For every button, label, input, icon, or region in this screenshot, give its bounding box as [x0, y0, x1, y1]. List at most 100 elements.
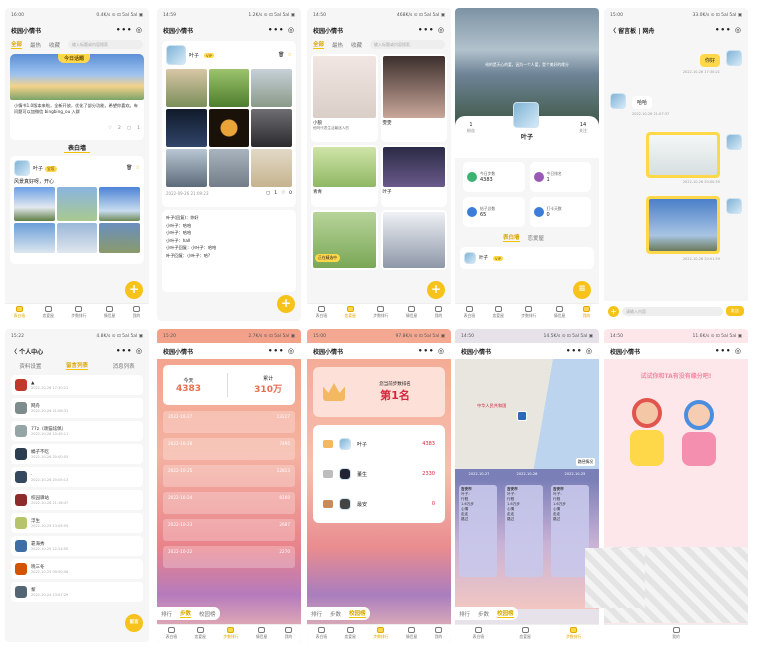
avatar[interactable]	[166, 45, 186, 65]
comment-item[interactable]: 小叶子：hall	[166, 237, 292, 245]
nav-item-steps[interactable]: 步数排行	[373, 306, 388, 319]
grid-post[interactable]: 雯雯	[380, 54, 447, 142]
tab-love-house[interactable]: 恋爱屋	[528, 234, 545, 242]
steps-history-row[interactable]: 2022-10-22 2270	[163, 546, 295, 568]
heart-icon[interactable]: ♡	[108, 126, 112, 131]
nav-item-wall[interactable]: 表白墙	[473, 627, 484, 640]
tab-wall[interactable]: 表白墙	[503, 233, 520, 242]
message-list-item[interactable]: ▲ 2022-10-26 17:30:21	[11, 375, 143, 395]
plus-icon[interactable]: +	[427, 281, 445, 299]
more-dots-icon[interactable]: ••• ◎	[268, 26, 295, 34]
tab-steps[interactable]: 步数	[478, 610, 489, 618]
leave-message-button[interactable]: 留言	[125, 614, 143, 632]
star-icon[interactable]: ☆	[136, 165, 140, 171]
nav-item-steps[interactable]: 步数排行	[373, 627, 388, 640]
post-card[interactable]: 叶子 宝塔 🗑 ☆ 风景真好呀，开心	[10, 156, 144, 264]
profile-post[interactable]: 叶子 VIP	[460, 247, 594, 269]
comment-item[interactable]: 叶子回复：小叶子：哈?	[166, 252, 292, 260]
message-list-item[interactable]: 黎 2022-10-24 13:07:29	[11, 582, 143, 602]
nav-item-wall[interactable]: 表白墙	[316, 306, 327, 319]
comment-item[interactable]: 小叶子回复：小叶子：哈哈	[166, 244, 292, 252]
nav-item-wall[interactable]: 表白墙	[464, 306, 475, 319]
comment-item[interactable]: 小叶子：哈哈	[166, 222, 292, 230]
send-button[interactable]: 发送	[725, 306, 744, 316]
stat-card[interactable]: 打卡天数 0	[529, 197, 591, 227]
grid-post[interactable]: 青青	[311, 145, 378, 207]
back-arrow-icon[interactable]: 〈	[610, 28, 616, 35]
more-dots-icon[interactable]: ••• ◎	[566, 347, 593, 355]
post-photo[interactable]	[99, 187, 140, 221]
star-icon[interactable]: ☆	[288, 52, 292, 58]
avatar[interactable]	[513, 102, 539, 128]
avatar[interactable]	[14, 160, 30, 176]
avatar[interactable]	[726, 134, 742, 150]
grid-post[interactable]: 正在精选中	[311, 210, 378, 270]
nav-item-wall[interactable]: 表白墙	[316, 627, 327, 640]
message-list-item[interactable]: 校园驿站 2022-10-26 21:18:47	[11, 490, 143, 510]
plus-icon[interactable]: +	[125, 281, 143, 299]
nav-item-couple[interactable]: 情侣屋	[406, 627, 417, 640]
post-photo[interactable]	[99, 223, 140, 253]
nav-item-me[interactable]: 我的	[583, 306, 590, 319]
nav-item-steps[interactable]: 步数排行	[223, 627, 238, 640]
post-photo[interactable]	[14, 223, 55, 253]
back-arrow-icon[interactable]: 〈	[11, 349, 17, 356]
tab-campus-rank[interactable]: 校园榜	[349, 609, 366, 618]
post-photo[interactable]	[251, 109, 292, 147]
search-input[interactable]: 输入标题或内容搜索	[370, 40, 445, 49]
comment-icon[interactable]: ▢	[127, 126, 131, 131]
tab-hot[interactable]: 最热	[30, 41, 41, 49]
post-photo[interactable]	[208, 149, 250, 187]
tab-all[interactable]: 全部	[313, 40, 325, 49]
nav-item-me[interactable]: 我的	[285, 627, 292, 640]
steps-history-row[interactable]: 2022-10-26 7495	[163, 438, 295, 460]
rank-row[interactable]: 最安 0	[313, 489, 445, 519]
plus-icon[interactable]: +	[608, 305, 619, 317]
nav-item-me[interactable]: 我的	[435, 306, 442, 319]
post-photo[interactable]	[56, 223, 98, 253]
tab-campus-rank[interactable]: 校园榜	[199, 610, 216, 618]
menu-icon[interactable]: ≡	[573, 281, 591, 299]
trash-icon[interactable]: 🗑	[126, 165, 132, 171]
tab-rank[interactable]: 排行	[311, 610, 322, 618]
tab-fav[interactable]: 收藏	[49, 41, 60, 49]
nav-item-couple[interactable]: 情侣屋	[256, 627, 267, 640]
topic-card[interactable]: 今日话题 小情书1.0版本来啦，全新开放，优化了部分功能，希望你喜欢。有问题可以…	[10, 54, 144, 140]
grid-post[interactable]	[380, 210, 447, 270]
nav-item-couple[interactable]: 情侣屋	[104, 306, 115, 319]
map-view[interactable]: 中华人民共和国 路径情况	[455, 359, 599, 469]
steps-history-row[interactable]: 2022-10-27 13227	[163, 411, 295, 433]
rank-row[interactable]: 叶子 4383	[313, 429, 445, 459]
tab-profile-settings[interactable]: 资料设置	[19, 362, 41, 370]
more-dots-icon[interactable]: ••• ◎	[116, 347, 143, 355]
trash-icon[interactable]: 🗑	[278, 52, 284, 58]
timeline-card[interactable]: 吉安市 叶子： 行程 1.6万步 心情 走走 路过	[551, 485, 589, 577]
nav-item-couple[interactable]: 情侣屋	[554, 306, 565, 319]
more-dots-icon[interactable]: ••• ◎	[715, 347, 742, 355]
heart-icon[interactable]: ♡	[281, 191, 285, 196]
steps-history-row[interactable]: 2022-10-23 2687	[163, 519, 295, 541]
stat-card[interactable]: 今日步数 4383	[463, 162, 525, 192]
plus-icon[interactable]: +	[277, 295, 295, 313]
chat-image[interactable]	[646, 132, 720, 178]
rank-row[interactable]: 董生 2330	[313, 459, 445, 489]
more-dots-icon[interactable]: ••• ◎	[418, 26, 445, 34]
tab-hot[interactable]: 最热	[332, 41, 343, 49]
nav-item-steps[interactable]: 步数排行	[71, 306, 86, 319]
search-input[interactable]: 输入标题或内容搜索	[68, 40, 143, 49]
tab-rank[interactable]: 排行	[459, 610, 470, 618]
comment-icon[interactable]: ▢	[266, 191, 270, 196]
nav-item-love-house[interactable]: 恋爱屋	[345, 627, 356, 640]
post-photo[interactable]	[251, 149, 292, 187]
tab-rank[interactable]: 排行	[161, 610, 172, 618]
stat-card[interactable]: 今日排名 1	[529, 162, 591, 192]
tab-message-list[interactable]: 留言列表	[65, 361, 88, 370]
nav-item-love-house[interactable]: 恋爱屋	[345, 306, 356, 319]
more-dots-icon[interactable]: ••• ◎	[116, 26, 143, 34]
nav-item-love-house[interactable]: 恋爱屋	[43, 306, 54, 319]
nav-item-me[interactable]: 我的	[435, 627, 442, 640]
stat-card[interactable]: 帖子总数 65	[463, 197, 525, 227]
chat-image[interactable]	[646, 196, 720, 254]
date-tab[interactable]: 2022-10-26	[517, 472, 538, 476]
message-input[interactable]: 请输入内容	[622, 306, 723, 316]
